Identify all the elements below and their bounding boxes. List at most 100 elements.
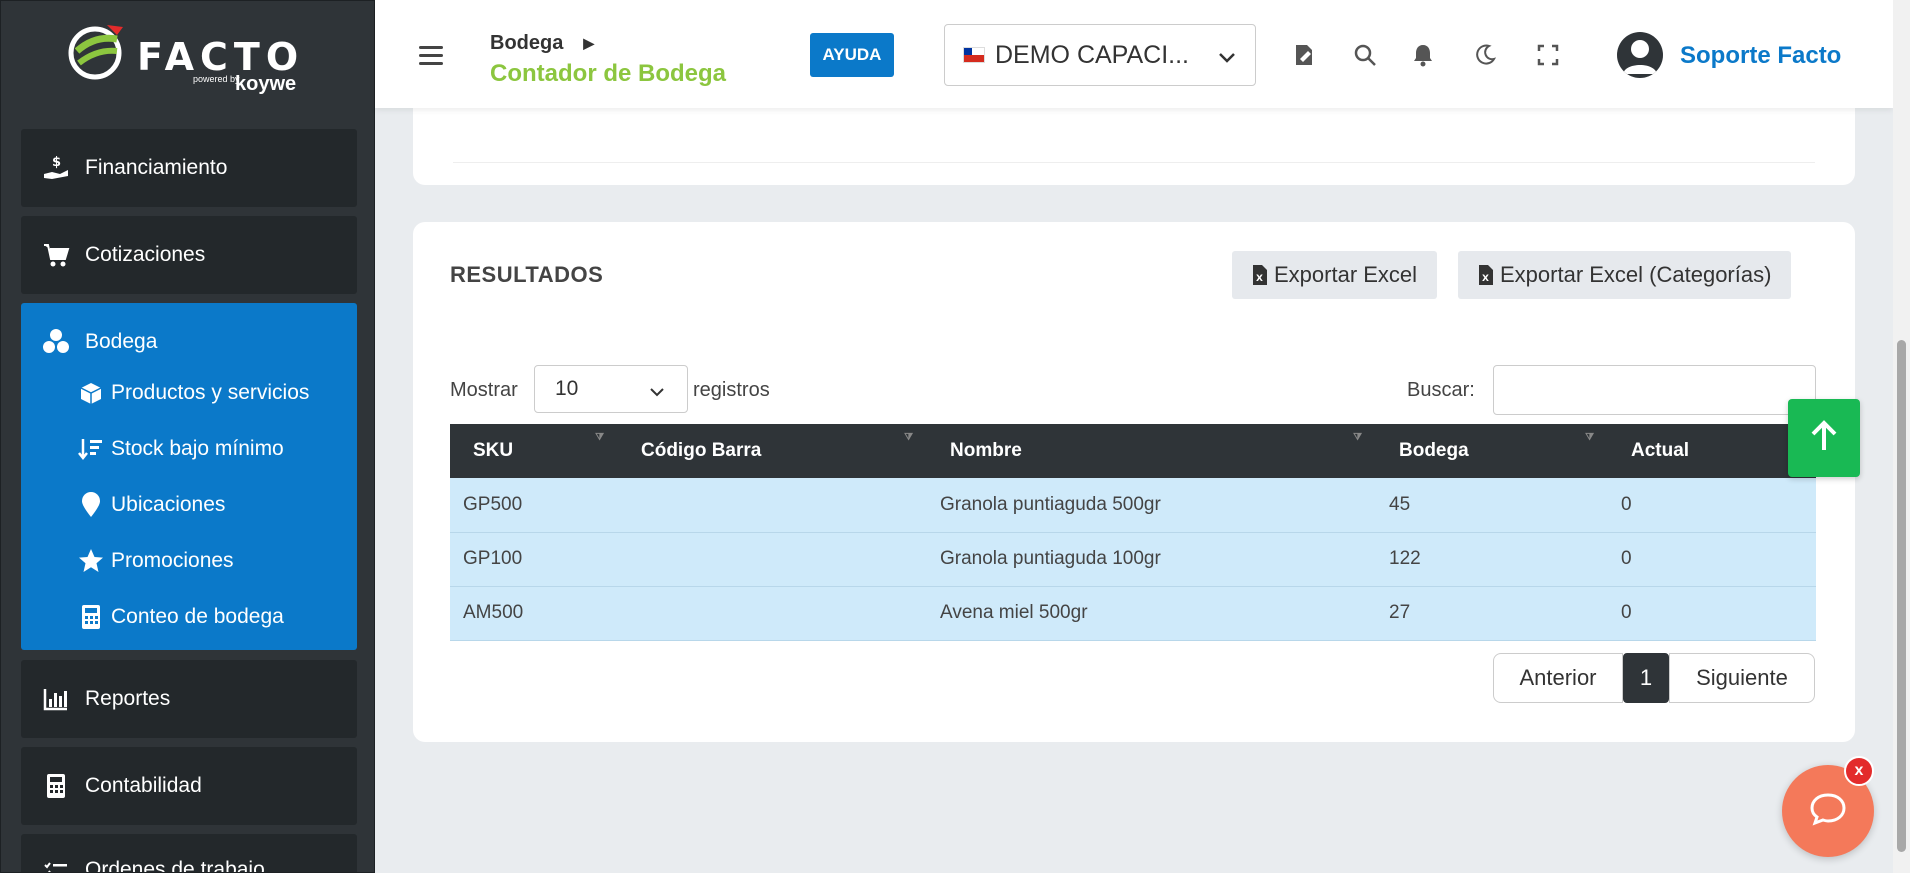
calculator-icon [41, 771, 71, 801]
sidebar-item-contabilidad[interactable]: Contabilidad [21, 747, 357, 825]
column-header-nombre[interactable]: Nombre ⧩ [927, 424, 1376, 478]
table-row: GP500 Granola puntiaguda 500gr 45 0 [450, 478, 1816, 532]
sidebar-subitem-label: Conteo de bodega [111, 605, 284, 628]
hand-dollar-icon: $ [41, 153, 71, 183]
svg-text:$: $ [52, 155, 61, 170]
chevron-down-icon [1217, 45, 1237, 74]
scroll-to-top-button[interactable] [1788, 399, 1860, 477]
search-input[interactable] [1493, 365, 1816, 415]
scrollbar-thumb[interactable] [1897, 340, 1906, 852]
user-name[interactable]: Soporte Facto [1680, 42, 1841, 70]
sidebar-subitem-label: Ubicaciones [111, 493, 226, 516]
sort-icon: ⧩ [1585, 432, 1594, 443]
star-icon [77, 547, 105, 575]
cart-icon [41, 240, 71, 270]
company-name: DEMO CAPACI... [995, 40, 1190, 69]
sidebar-subitem-label: Productos y servicios [111, 381, 310, 404]
cell-actual[interactable]: 0 [1608, 478, 1816, 532]
column-header-actual[interactable]: Actual [1608, 424, 1816, 478]
logo-partner: koywe [235, 73, 297, 95]
sidebar-item-cotizaciones[interactable]: Cotizaciones [21, 216, 357, 294]
chevron-down-icon [649, 382, 665, 406]
chat-icon [1809, 792, 1847, 831]
column-header-barcode[interactable]: Código Barra ⧩ [618, 424, 927, 478]
export-excel-button[interactable]: X Exportar Excel [1232, 251, 1438, 299]
search-icon[interactable] [1352, 42, 1378, 68]
pagination-next-button[interactable]: Siguiente [1669, 653, 1815, 703]
sidebar-subitem-productos[interactable]: Productos y servicios [41, 365, 309, 421]
filters-card [413, 100, 1855, 185]
list-check-icon [41, 858, 71, 872]
chile-flag-icon [963, 47, 985, 63]
arrow-up-icon [1809, 419, 1839, 457]
user-avatar[interactable] [1617, 32, 1663, 78]
results-card: RESULTADOS X Exportar Excel X Exportar E… [413, 222, 1855, 742]
sidebar-subitem-ubicaciones[interactable]: Ubicaciones [41, 477, 309, 533]
sidebar-subitem-conteo[interactable]: Conteo de bodega [41, 589, 309, 645]
cell-bodega: 45 [1389, 493, 1411, 515]
svg-text:X: X [1256, 274, 1263, 284]
pagination-page-button[interactable]: 1 [1623, 653, 1669, 703]
pagination-previous-button[interactable]: Anterior [1493, 653, 1623, 703]
sidebar-item-label: Contabilidad [85, 774, 202, 797]
sidebar-item-label: Cotizaciones [85, 243, 206, 266]
sidebar-item-reportes[interactable]: Reportes [21, 660, 357, 738]
moon-icon[interactable] [1472, 42, 1498, 68]
table-header-row: SKU ⧩ Código Barra ⧩ Nombre ⧩ Bodega ⧩ Actua… [450, 424, 1816, 478]
svg-text:X: X [1482, 274, 1489, 284]
sidebar-item-label: Reportes [85, 687, 171, 710]
file-excel-icon: X [1478, 264, 1494, 286]
chat-close-button[interactable]: x [1844, 756, 1874, 786]
sort-icon: ⧩ [595, 432, 604, 443]
sidebar-subitem-promociones[interactable]: Promociones [41, 533, 309, 589]
cell-sku: GP100 [463, 548, 523, 569]
column-header-bodega[interactable]: Bodega ⧩ [1376, 424, 1608, 478]
facto-logo-mark [68, 25, 123, 80]
sort-down-icon [77, 435, 105, 463]
menu-toggle-icon[interactable] [419, 46, 443, 66]
breadcrumb[interactable]: Bodega ▶ [490, 32, 594, 55]
cell-nombre: Granola puntiaguda 100gr [940, 548, 1161, 569]
calculator-icon [77, 603, 105, 631]
cell-sku: AM500 [463, 602, 524, 623]
cell-nombre: Granola puntiaguda 500gr [940, 493, 1161, 515]
table-row: GP100 Granola puntiaguda 100gr 122 0 [450, 532, 1816, 586]
cell-bodega: 27 [1389, 602, 1411, 623]
bell-icon[interactable] [1410, 42, 1436, 68]
sidebar-subitem-label: Promociones [111, 549, 234, 572]
fullscreen-icon[interactable] [1535, 42, 1561, 68]
export-excel-categories-label: Exportar Excel (Categorías) [1500, 262, 1772, 287]
cell-barcode [618, 478, 927, 532]
sidebar-item-label: Ordenes de trabajo [85, 858, 265, 873]
caret-right-icon: ▶ [583, 35, 595, 51]
box-icon [77, 379, 105, 407]
facto-logo[interactable]: FACTO powered by koywe [67, 21, 327, 101]
sidebar-item-ordenes[interactable]: Ordenes de trabajo [21, 834, 357, 873]
cell-barcode [618, 532, 927, 586]
records-label: registros [693, 379, 770, 401]
export-excel-categories-button[interactable]: X Exportar Excel (Categorías) [1458, 251, 1792, 299]
cell-actual[interactable]: 0 [1608, 532, 1816, 586]
sidebar-item-label: Financiamiento [85, 156, 228, 179]
table-row: AM500 Avena miel 500gr 27 0 [450, 586, 1816, 640]
results-table: SKU ⧩ Código Barra ⧩ Nombre ⧩ Bodega ⧩ Actua… [450, 424, 1816, 641]
column-header-sku[interactable]: SKU ⧩ [450, 424, 618, 478]
sort-icon: ⧩ [1353, 432, 1362, 443]
sign-document-icon[interactable] [1292, 42, 1318, 68]
export-excel-label: Exportar Excel [1274, 262, 1418, 287]
boxes-icon [41, 327, 71, 357]
help-button[interactable]: AYUDA [810, 33, 894, 77]
page-title: Contador de Bodega [490, 60, 727, 87]
sidebar-item-financiamiento[interactable]: $ Financiamiento [21, 129, 357, 207]
sidebar-item-bodega[interactable]: Bodega Productos y servicios Stock bajo … [21, 303, 357, 650]
page-length-select[interactable]: 10 [534, 365, 688, 413]
top-header: Bodega ▶ Contador de Bodega AYUDA DEMO C… [375, 0, 1893, 108]
company-select[interactable]: DEMO CAPACI... [944, 24, 1256, 86]
cell-nombre: Avena miel 500gr [940, 602, 1088, 623]
cell-actual[interactable]: 0 [1608, 586, 1816, 640]
file-excel-icon: X [1252, 264, 1268, 286]
page-scrollbar[interactable] [1893, 0, 1910, 873]
sort-icon: ⧩ [904, 432, 913, 443]
sidebar-subitem-stock[interactable]: Stock bajo mínimo [41, 421, 309, 477]
sidebar: FACTO powered by koywe $ Financiamiento … [0, 0, 375, 873]
